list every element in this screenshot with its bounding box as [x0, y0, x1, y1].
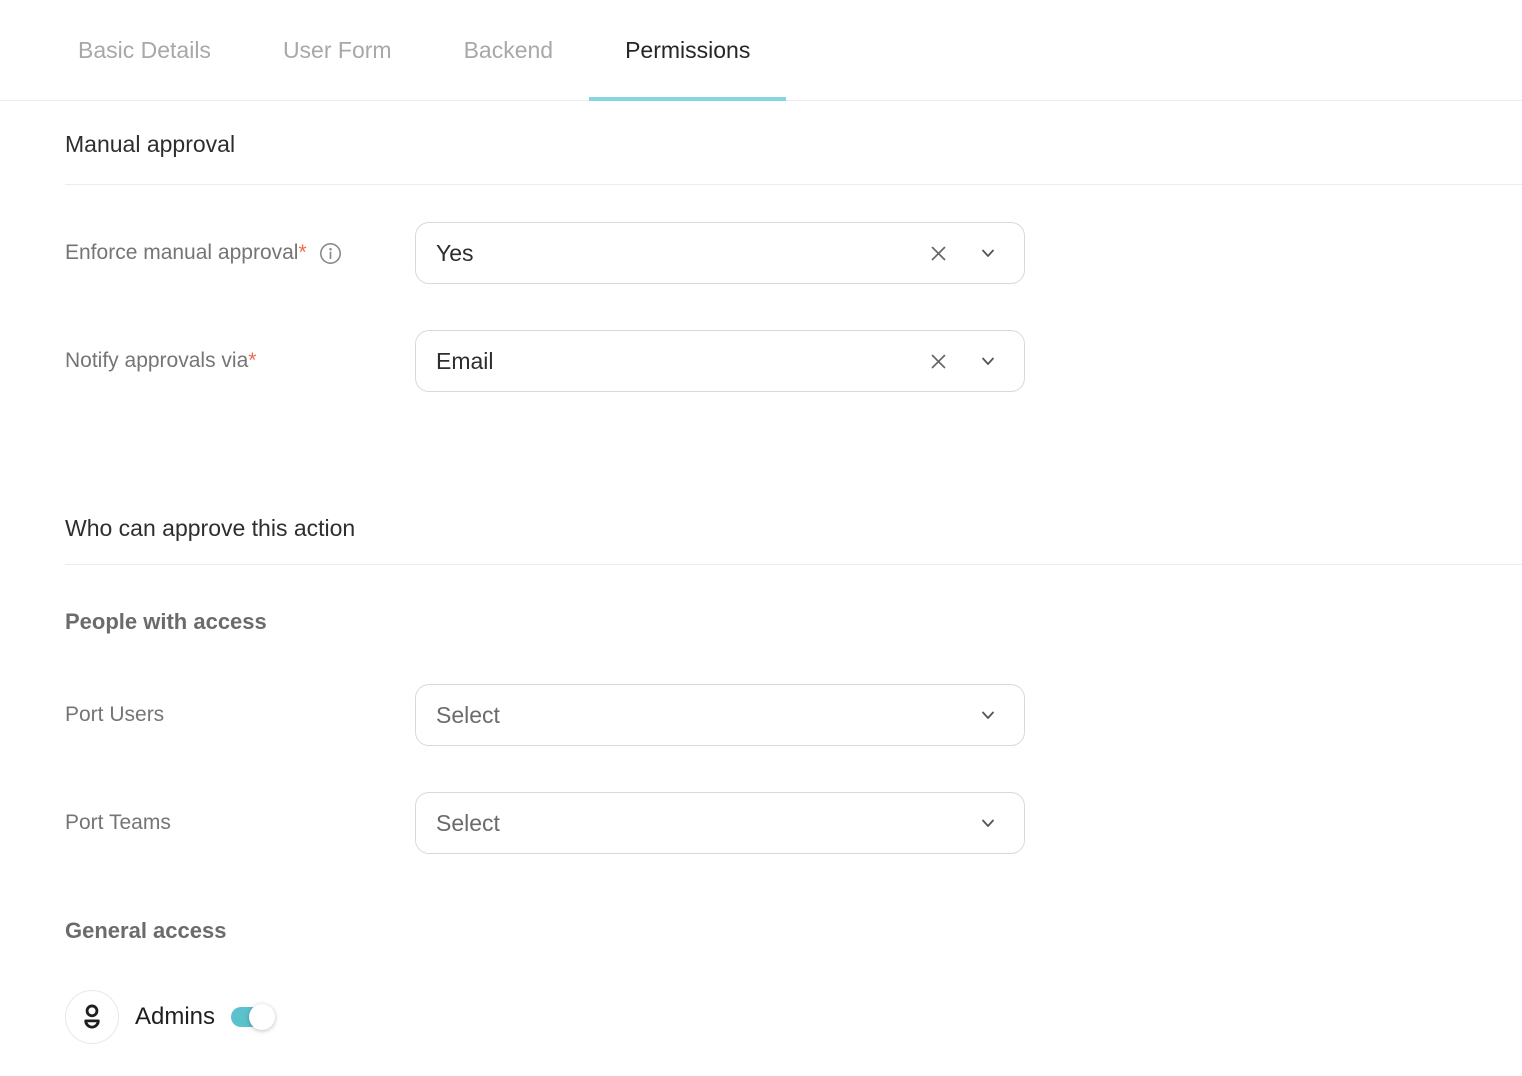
required-asterisk: * — [248, 349, 256, 372]
enforce-manual-approval-label: Enforce manual approval* — [65, 241, 415, 265]
chevron-down-icon[interactable] — [976, 241, 1000, 265]
chevron-down-icon[interactable] — [976, 703, 1000, 727]
port-teams-label: Port Teams — [65, 811, 415, 835]
enforce-manual-approval-row: Enforce manual approval* Yes — [65, 222, 1522, 284]
notify-approvals-row: Notify approvals via* Email — [65, 330, 1522, 392]
general-access-heading: General access — [65, 918, 1522, 943]
avatar — [65, 990, 119, 1044]
select-placeholder: Select — [436, 810, 976, 837]
tab-user-form[interactable]: User Form — [247, 0, 428, 100]
manual-approval-section-header: Manual approval — [65, 131, 1522, 185]
port-users-row: Port Users Select — [65, 684, 1522, 746]
port-teams-select[interactable]: Select — [415, 792, 1025, 854]
selected-value: Yes — [436, 240, 925, 267]
required-asterisk: * — [298, 241, 306, 264]
user-icon — [76, 1001, 108, 1033]
chevron-down-icon[interactable] — [976, 349, 1000, 373]
people-with-access-heading: People with access — [65, 609, 1522, 634]
who-can-approve-title: Who can approve this action — [65, 515, 1522, 542]
enforce-manual-approval-select[interactable]: Yes — [415, 222, 1025, 284]
toggle-knob — [249, 1004, 275, 1030]
port-users-select[interactable]: Select — [415, 684, 1025, 746]
tab-permissions[interactable]: Permissions — [589, 0, 786, 100]
info-icon[interactable] — [319, 242, 342, 265]
clear-icon[interactable] — [925, 240, 952, 267]
who-can-approve-section-header: Who can approve this action — [65, 515, 1522, 565]
label-text: Notify approvals via* — [65, 349, 256, 373]
chevron-down-icon[interactable] — [976, 811, 1000, 835]
tab-basic-details[interactable]: Basic Details — [42, 0, 247, 100]
admins-access-row: Admins — [65, 990, 1522, 1044]
notify-approvals-label: Notify approvals via* — [65, 349, 415, 373]
tab-bar: Basic Details User Form Backend Permissi… — [0, 0, 1522, 101]
manual-approval-title: Manual approval — [65, 131, 1522, 158]
port-teams-row: Port Teams Select — [65, 792, 1522, 854]
label-text: Enforce manual approval* — [65, 241, 307, 265]
select-placeholder: Select — [436, 702, 976, 729]
label-value: Notify approvals via — [65, 349, 248, 372]
label-value: Enforce manual approval — [65, 241, 298, 264]
tab-backend[interactable]: Backend — [428, 0, 590, 100]
permissions-panel: Manual approval Enforce manual approval*… — [0, 131, 1522, 1076]
admins-label: Admins — [135, 1003, 215, 1031]
port-users-label: Port Users — [65, 703, 415, 727]
clear-icon[interactable] — [925, 348, 952, 375]
notify-approvals-select[interactable]: Email — [415, 330, 1025, 392]
admins-toggle[interactable] — [231, 1007, 272, 1027]
selected-value: Email — [436, 348, 925, 375]
